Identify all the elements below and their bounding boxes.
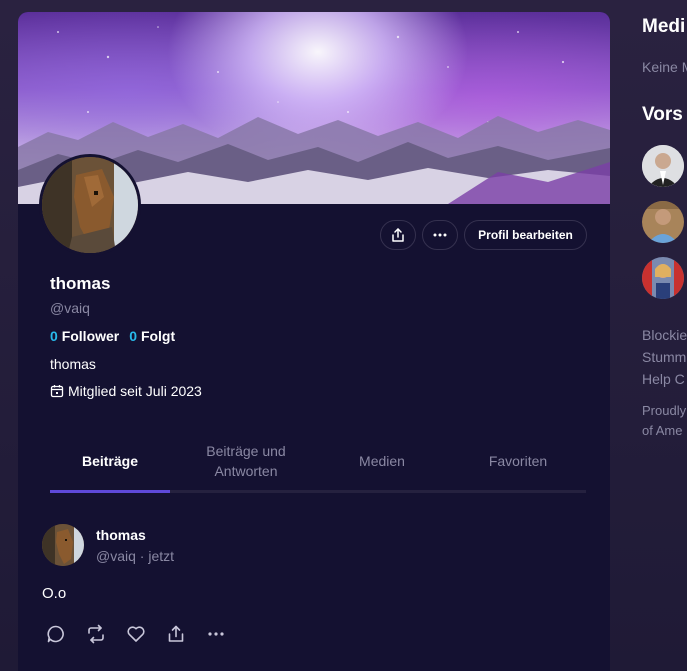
- tab-media[interactable]: Medien: [322, 430, 442, 492]
- like-icon: [127, 626, 145, 642]
- suggested-user-avatar[interactable]: [642, 257, 684, 299]
- sidebar-media-text: Keine M: [642, 59, 687, 75]
- reply-button[interactable]: [46, 624, 66, 644]
- joined-date: Mitglied seit Juli 2023: [50, 383, 202, 399]
- reply-icon: [47, 625, 64, 643]
- suggested-user-avatar[interactable]: [642, 145, 684, 187]
- calendar-icon: [50, 385, 64, 398]
- profile-name: thomas: [50, 274, 111, 293]
- more-horizontal-icon: [433, 233, 447, 237]
- edit-profile-button[interactable]: Profil bearbeiten: [464, 220, 587, 250]
- suggested-user-avatar[interactable]: [642, 201, 684, 243]
- joined-text: Mitglied seit Juli 2023: [68, 383, 202, 399]
- following-count: 0: [129, 328, 138, 344]
- followers-link[interactable]: 0 Follower: [50, 328, 119, 344]
- follow-stats: 0 Follower 0 Folgt: [50, 328, 175, 344]
- sidebar-footer-2[interactable]: Stumm: [642, 346, 686, 368]
- post-more-button[interactable]: [206, 624, 226, 644]
- share-icon: [168, 625, 184, 642]
- post-text: O.o: [42, 585, 67, 602]
- followers-count: 0: [50, 328, 58, 344]
- sidebar-footer-3[interactable]: Help C: [642, 368, 685, 390]
- profile-handle: @vaiq: [50, 300, 90, 316]
- following-label: Folgt: [140, 328, 176, 344]
- post-meta: @vaiq · jetzt: [96, 548, 175, 564]
- repost-button[interactable]: [86, 624, 106, 644]
- post-avatar[interactable]: [42, 524, 84, 566]
- active-tab-indicator: [50, 490, 170, 493]
- profile-tabs: Beiträge Beiträge und Antworten Medien F…: [50, 430, 586, 492]
- sidebar-media-title: Medi: [642, 16, 686, 37]
- sidebar-footer-5: of Ame: [642, 423, 683, 438]
- post-actions: [46, 624, 226, 644]
- tab-posts-replies[interactable]: Beiträge und Antworten: [180, 430, 312, 492]
- following-link[interactable]: 0 Folgt: [129, 328, 175, 344]
- repost-icon: [88, 624, 104, 644]
- tab-favorites[interactable]: Favoriten: [458, 430, 578, 492]
- like-button[interactable]: [126, 624, 146, 644]
- share-profile-button[interactable]: [380, 220, 416, 250]
- tab-posts[interactable]: Beiträge: [50, 430, 170, 492]
- share-post-button[interactable]: [166, 624, 186, 644]
- post-author[interactable]: thomas: [96, 527, 146, 543]
- followers-label: Follower: [61, 328, 120, 344]
- sidebar-suggestions-title: Vors: [642, 104, 683, 125]
- profile-avatar[interactable]: [39, 154, 141, 256]
- more-icon: [208, 632, 224, 636]
- profile-bio: thomas: [50, 356, 96, 372]
- profile-card: Profil bearbeiten thomas @vaiq 0 Followe…: [18, 12, 610, 671]
- sidebar-footer-1[interactable]: Blockie: [642, 324, 687, 346]
- sidebar-footer-4: Proudly: [642, 403, 687, 418]
- more-options-button[interactable]: [422, 220, 458, 250]
- share-icon: [392, 228, 404, 242]
